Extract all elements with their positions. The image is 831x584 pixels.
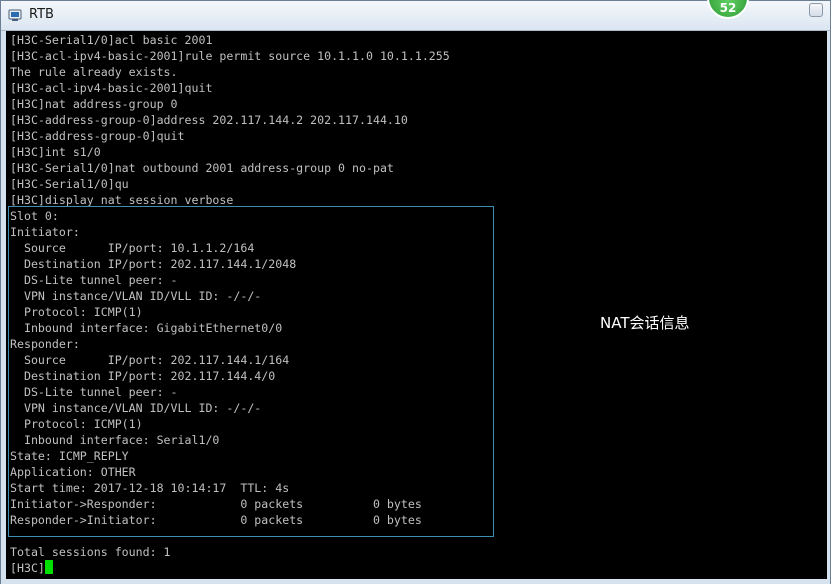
terminal-line: The rule already exists. — [10, 65, 178, 79]
terminal-line: Source IP/port: 202.117.144.1/164 — [10, 353, 290, 367]
terminal-line: Protocol: ICMP(1) — [10, 305, 143, 319]
terminal-line: Source IP/port: 10.1.1.2/164 — [10, 241, 255, 255]
terminal-line: [H3C-address-group-0]address 202.117.144… — [10, 113, 408, 127]
terminal-line: VPN instance/VLAN ID/VLL ID: -/-/- — [10, 289, 262, 303]
terminal-line: Protocol: ICMP(1) — [10, 417, 143, 431]
terminal-line: [H3C-Serial1/0]qu — [10, 177, 129, 191]
terminal-line: Initiator: — [10, 225, 80, 239]
terminal-app-icon — [8, 9, 22, 21]
terminal-line: VPN instance/VLAN ID/VLL ID: -/-/- — [10, 401, 262, 415]
terminal-line: Initiator->Responder: 0 packets 0 bytes — [10, 497, 422, 511]
terminal-line: State: ICMP_REPLY — [10, 449, 129, 463]
terminal-line: Inbound interface: Serial1/0 — [10, 433, 220, 447]
terminal-output: [H3C-Serial1/0]acl basic 2001 [H3C-acl-ip… — [10, 32, 450, 576]
terminal-line: Destination IP/port: 202.117.144.1/2048 — [10, 257, 297, 271]
terminal-line: [H3C]int s1/0 — [10, 145, 101, 159]
terminal-line: [H3C]nat address-group 0 — [10, 97, 178, 111]
terminal-line: Destination IP/port: 202.117.144.4/0 — [10, 369, 276, 383]
window-bottom-border — [1, 579, 830, 584]
terminal-window: RTB 52 [H3C-Serial1/0]acl basic 2001 [H3C… — [0, 0, 831, 584]
terminal-prompt-line[interactable]: [H3C] — [10, 560, 450, 576]
terminal-line: [H3C-Serial1/0]acl basic 2001 — [10, 33, 213, 47]
terminal-line: DS-Lite tunnel peer: - — [10, 273, 178, 287]
terminal-line: Responder: — [10, 337, 80, 351]
terminal-console[interactable]: [H3C-Serial1/0]acl basic 2001 [H3C-acl-ip… — [6, 31, 827, 579]
terminal-line: Responder->Initiator: 0 packets 0 bytes — [10, 513, 422, 527]
terminal-line: Application: OTHER — [10, 465, 136, 479]
terminal-line: DS-Lite tunnel peer: - — [10, 385, 178, 399]
nat-session-annotation: NAT会话信息 — [600, 314, 690, 332]
terminal-line: [H3C-acl-ipv4-basic-2001]rule permit sou… — [10, 49, 450, 63]
terminal-line: Start time: 2017-12-18 10:14:17 TTL: 4s — [10, 481, 290, 495]
text-cursor — [44, 560, 53, 574]
title-bar[interactable]: RTB 52 — [1, 0, 830, 31]
terminal-line: [H3C-Serial1/0]nat outbound 2001 address… — [10, 161, 394, 175]
terminal-prompt: [H3C] — [10, 561, 45, 575]
terminal-line: [H3C-acl-ipv4-basic-2001]quit — [10, 81, 213, 95]
window-title: RTB — [29, 7, 54, 22]
window-control-button[interactable] — [809, 3, 823, 17]
terminal-line: Inbound interface: GigabitEthernet0/0 — [10, 321, 283, 335]
terminal-line: [H3C-address-group-0]quit — [10, 129, 185, 143]
terminal-line: Slot 0: — [10, 209, 59, 223]
notification-badge[interactable]: 52 — [707, 0, 749, 19]
terminal-line: Total sessions found: 1 — [10, 545, 171, 559]
terminal-line: [H3C]display nat session verbose — [10, 193, 234, 207]
